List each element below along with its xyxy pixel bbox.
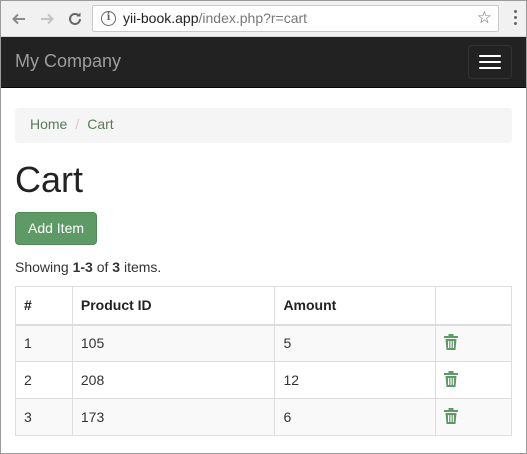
table-row: 1 105 5 [15, 324, 512, 362]
breadcrumb-separator: / [75, 116, 80, 132]
browser-toolbar: i yii-book.app/index.php?r=cart ☆ [1, 1, 526, 37]
header-actions [435, 286, 512, 326]
browser-menu-icon[interactable] [507, 10, 523, 28]
url-path: /index.php?r=cart [198, 10, 308, 26]
breadcrumb: Home / Cart [15, 108, 512, 143]
trash-icon[interactable] [444, 333, 459, 353]
cell-amount: 12 [274, 361, 437, 399]
reload-icon [69, 12, 81, 25]
table-row: 2 208 12 [15, 361, 512, 399]
reload-button[interactable] [63, 7, 87, 31]
summary-prefix: Showing [15, 259, 73, 275]
table-header-row: # Product ID Amount [15, 286, 512, 326]
summary-suffix: items. [120, 259, 162, 275]
navbar-toggle-button[interactable] [468, 45, 512, 79]
cell-number: 1 [15, 324, 73, 362]
cell-actions [435, 398, 512, 436]
url-host: yii-book.app [123, 10, 199, 26]
cell-amount: 5 [274, 324, 437, 362]
url-text: yii-book.app/index.php?r=cart [123, 10, 307, 26]
add-item-button[interactable]: Add Item [15, 212, 97, 245]
breadcrumb-home-link[interactable]: Home [30, 116, 67, 132]
arrow-right-icon [41, 13, 54, 25]
trash-icon[interactable] [444, 407, 459, 427]
page-title: Cart [15, 159, 84, 200]
app-navbar: My Company [1, 37, 526, 88]
bookmark-star-icon[interactable]: ☆ [477, 9, 492, 27]
cell-amount: 6 [274, 398, 437, 436]
breadcrumb-current[interactable]: Cart [87, 116, 113, 132]
hamburger-icon-bar [479, 67, 501, 69]
summary-middle: of [92, 259, 113, 275]
header-amount[interactable]: Amount [274, 286, 437, 326]
address-bar[interactable]: i yii-book.app/index.php?r=cart ☆ [92, 5, 499, 32]
cell-product-id: 105 [71, 324, 276, 362]
arrow-left-icon [12, 13, 25, 25]
header-number[interactable]: # [15, 286, 73, 326]
summary-range: 1-3 [72, 259, 93, 275]
hamburger-icon [479, 55, 501, 57]
back-button[interactable] [7, 7, 31, 31]
trash-icon[interactable] [444, 370, 459, 390]
info-icon[interactable]: i [101, 11, 116, 26]
cell-actions [435, 361, 512, 399]
cell-product-id: 173 [71, 398, 276, 436]
cell-number: 3 [15, 398, 73, 436]
summary-total: 3 [112, 259, 121, 275]
header-product-id[interactable]: Product ID [71, 286, 276, 326]
hamburger-icon-bar [479, 61, 501, 63]
cell-number: 2 [15, 361, 73, 399]
cell-product-id: 208 [71, 361, 276, 399]
grid-summary: Showing 1-3 of 3 items. [15, 259, 161, 275]
table-row: 3 173 6 [15, 398, 512, 436]
cart-table: # Product ID Amount 1 105 5 2 208 12 3 1… [15, 286, 512, 436]
forward-button[interactable] [35, 7, 59, 31]
brand-link[interactable]: My Company [15, 51, 121, 72]
cell-actions [435, 324, 512, 362]
